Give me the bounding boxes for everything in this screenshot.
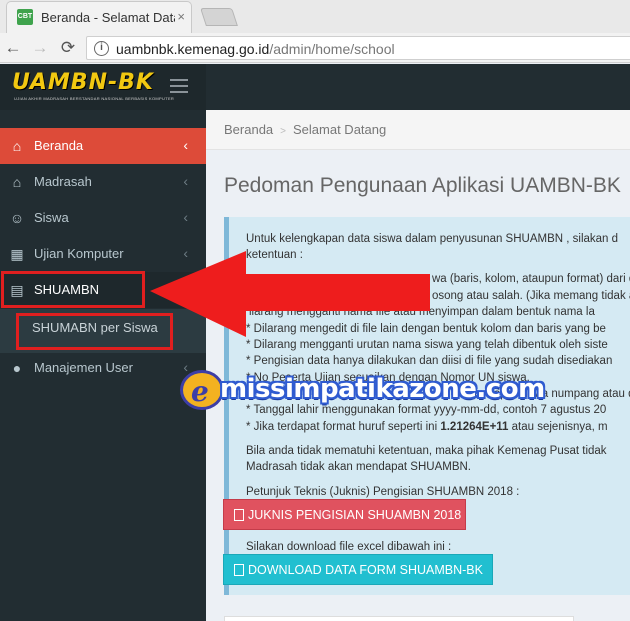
download-form-button[interactable]: DOWNLOAD DATA FORM SHUAMBN-BK (223, 554, 493, 585)
sidebar-item-label: Madrasah (34, 174, 92, 189)
users-icon: ☺ (9, 210, 25, 226)
home-icon: ⌂ (12, 138, 22, 154)
download-button-label: DOWNLOAD DATA FORM SHUAMBN-BK (248, 563, 483, 577)
callout-line: Silakan download file excel dibawah ini … (246, 541, 452, 553)
watermark-text: missimpatikazone.com (220, 374, 545, 404)
sidebar-item-siswa[interactable]: ☺ Siswa ‹ (0, 200, 206, 236)
browser-toolbar: ← → ⟳ i uambnbk.kemenag.go.id/admin/home… (0, 33, 630, 63)
juknis-button-label: JUKNIS PENGISIAN SHUAMBN 2018 (248, 508, 462, 522)
chevron-left-icon: ‹ (183, 209, 188, 225)
calendar-icon: ▦ (10, 246, 24, 262)
red-arrow-annotation (150, 251, 430, 337)
close-icon[interactable]: × (177, 9, 185, 24)
callout-line: * Jika terdapat format huruf seperti ini… (246, 421, 608, 433)
juknis-download-button[interactable]: JUKNIS PENGISIAN SHUAMBN 2018 (223, 499, 466, 530)
url-host: uambnbk.kemenag.go.id (116, 41, 270, 57)
file-pdf-icon (234, 509, 244, 521)
highlight-box-shuambn (1, 271, 145, 308)
app-logo-subtitle: UJIAN AKHIR MADRASAH BERSTANDAR NASIONAL… (14, 96, 175, 101)
callout-line: Untuk kelengkapan data siswa dalam penyu… (246, 233, 619, 245)
forward-arrow-icon[interactable]: → (29, 37, 51, 59)
user-icon: ● (12, 360, 22, 376)
url-text: uambnbk.kemenag.go.id/admin/home/school (116, 41, 395, 57)
app-logo: UAMBN-BK (12, 70, 154, 95)
callout-line: Bila anda tidak mematuhi ketentuan, maka… (246, 445, 607, 457)
sidebar-item-manajemen-user[interactable]: ● Manajemen User ‹ (0, 350, 206, 386)
address-bar[interactable]: i uambnbk.kemenag.go.id/admin/home/schoo… (86, 36, 630, 60)
sidebar-item-label: Beranda (34, 138, 84, 153)
new-tab-button[interactable] (200, 8, 238, 26)
callout-line: wa (baris, kolom, ataupun format) dari d… (432, 273, 630, 285)
main-content: Beranda > Selamat Datang Pedoman Pengunaan… (206, 110, 630, 621)
breadcrumb-home[interactable]: Beranda (224, 122, 273, 137)
panel-edge (224, 616, 574, 621)
favicon-icon: CBT (17, 9, 33, 25)
sidebar-item-label: Ujian Komputer (34, 246, 124, 261)
callout-line: * Dilarang mengganti urutan nama siswa y… (246, 339, 608, 351)
back-arrow-icon[interactable]: ← (2, 37, 24, 59)
tab-title: Beranda - Selamat Datang (41, 10, 175, 25)
callout-emphasis: 1.21264E+11 (440, 421, 509, 433)
browser-tab[interactable]: CBT Beranda - Selamat Datang × (6, 1, 192, 33)
logo-area[interactable]: UAMBN-BK UJIAN AKHIR MADRASAH BERSTANDAR… (0, 64, 206, 110)
browser-tab-bar: CBT Beranda - Selamat Datang × (0, 0, 630, 33)
callout-line: * Pengisian data hanya dilakukan dan dii… (246, 355, 613, 367)
watermark: e missimpatikazone.com (180, 368, 545, 414)
sidebar-item-beranda[interactable]: ⌂ Beranda ‹ (0, 128, 206, 164)
reload-icon[interactable]: ⟳ (57, 37, 79, 59)
page-title: Pedoman Pengunaan Aplikasi UAMBN-BK (224, 174, 621, 197)
callout-line: Petunjuk Teknis (Juknis) Pengisian SHUAM… (246, 486, 520, 498)
watermark-letter: e (191, 375, 209, 408)
chevron-left-icon: ‹ (183, 137, 188, 153)
breadcrumb-current: Selamat Datang (293, 122, 387, 137)
header-navbar (206, 64, 630, 110)
url-path: /admin/home/school (269, 41, 395, 57)
hamburger-menu-icon[interactable] (170, 79, 188, 93)
watermark-logo: e (180, 370, 224, 410)
sidebar-item-label: Siswa (34, 210, 69, 225)
callout-line: osong atau salah. (Jika memang tidak ada (432, 290, 630, 302)
callout-text: atau sejenisnya, m (511, 421, 608, 433)
file-excel-icon (234, 564, 244, 576)
sidebar-item-label: Manajemen User (34, 360, 133, 375)
chevron-left-icon: ‹ (183, 173, 188, 189)
breadcrumb-separator: > (280, 126, 286, 137)
app-header: UAMBN-BK UJIAN AKHIR MADRASAH BERSTANDAR… (0, 64, 630, 110)
breadcrumb: Beranda > Selamat Datang (224, 122, 386, 137)
sidebar-item-madrasah[interactable]: ⌂ Madrasah ‹ (0, 164, 206, 200)
info-icon[interactable]: i (94, 41, 109, 56)
callout-text: * Jika terdapat format huruf seperti ini (246, 421, 438, 433)
callout-line: Madrasah tidak akan mendapat SHUAMBN. (246, 461, 471, 473)
bank-icon: ⌂ (12, 174, 22, 190)
sidebar: ⌂ Beranda ‹ ⌂ Madrasah ‹ ☺ Siswa ‹ ▦ Uji… (0, 110, 206, 621)
breadcrumb-bar: Beranda > Selamat Datang (206, 110, 630, 150)
